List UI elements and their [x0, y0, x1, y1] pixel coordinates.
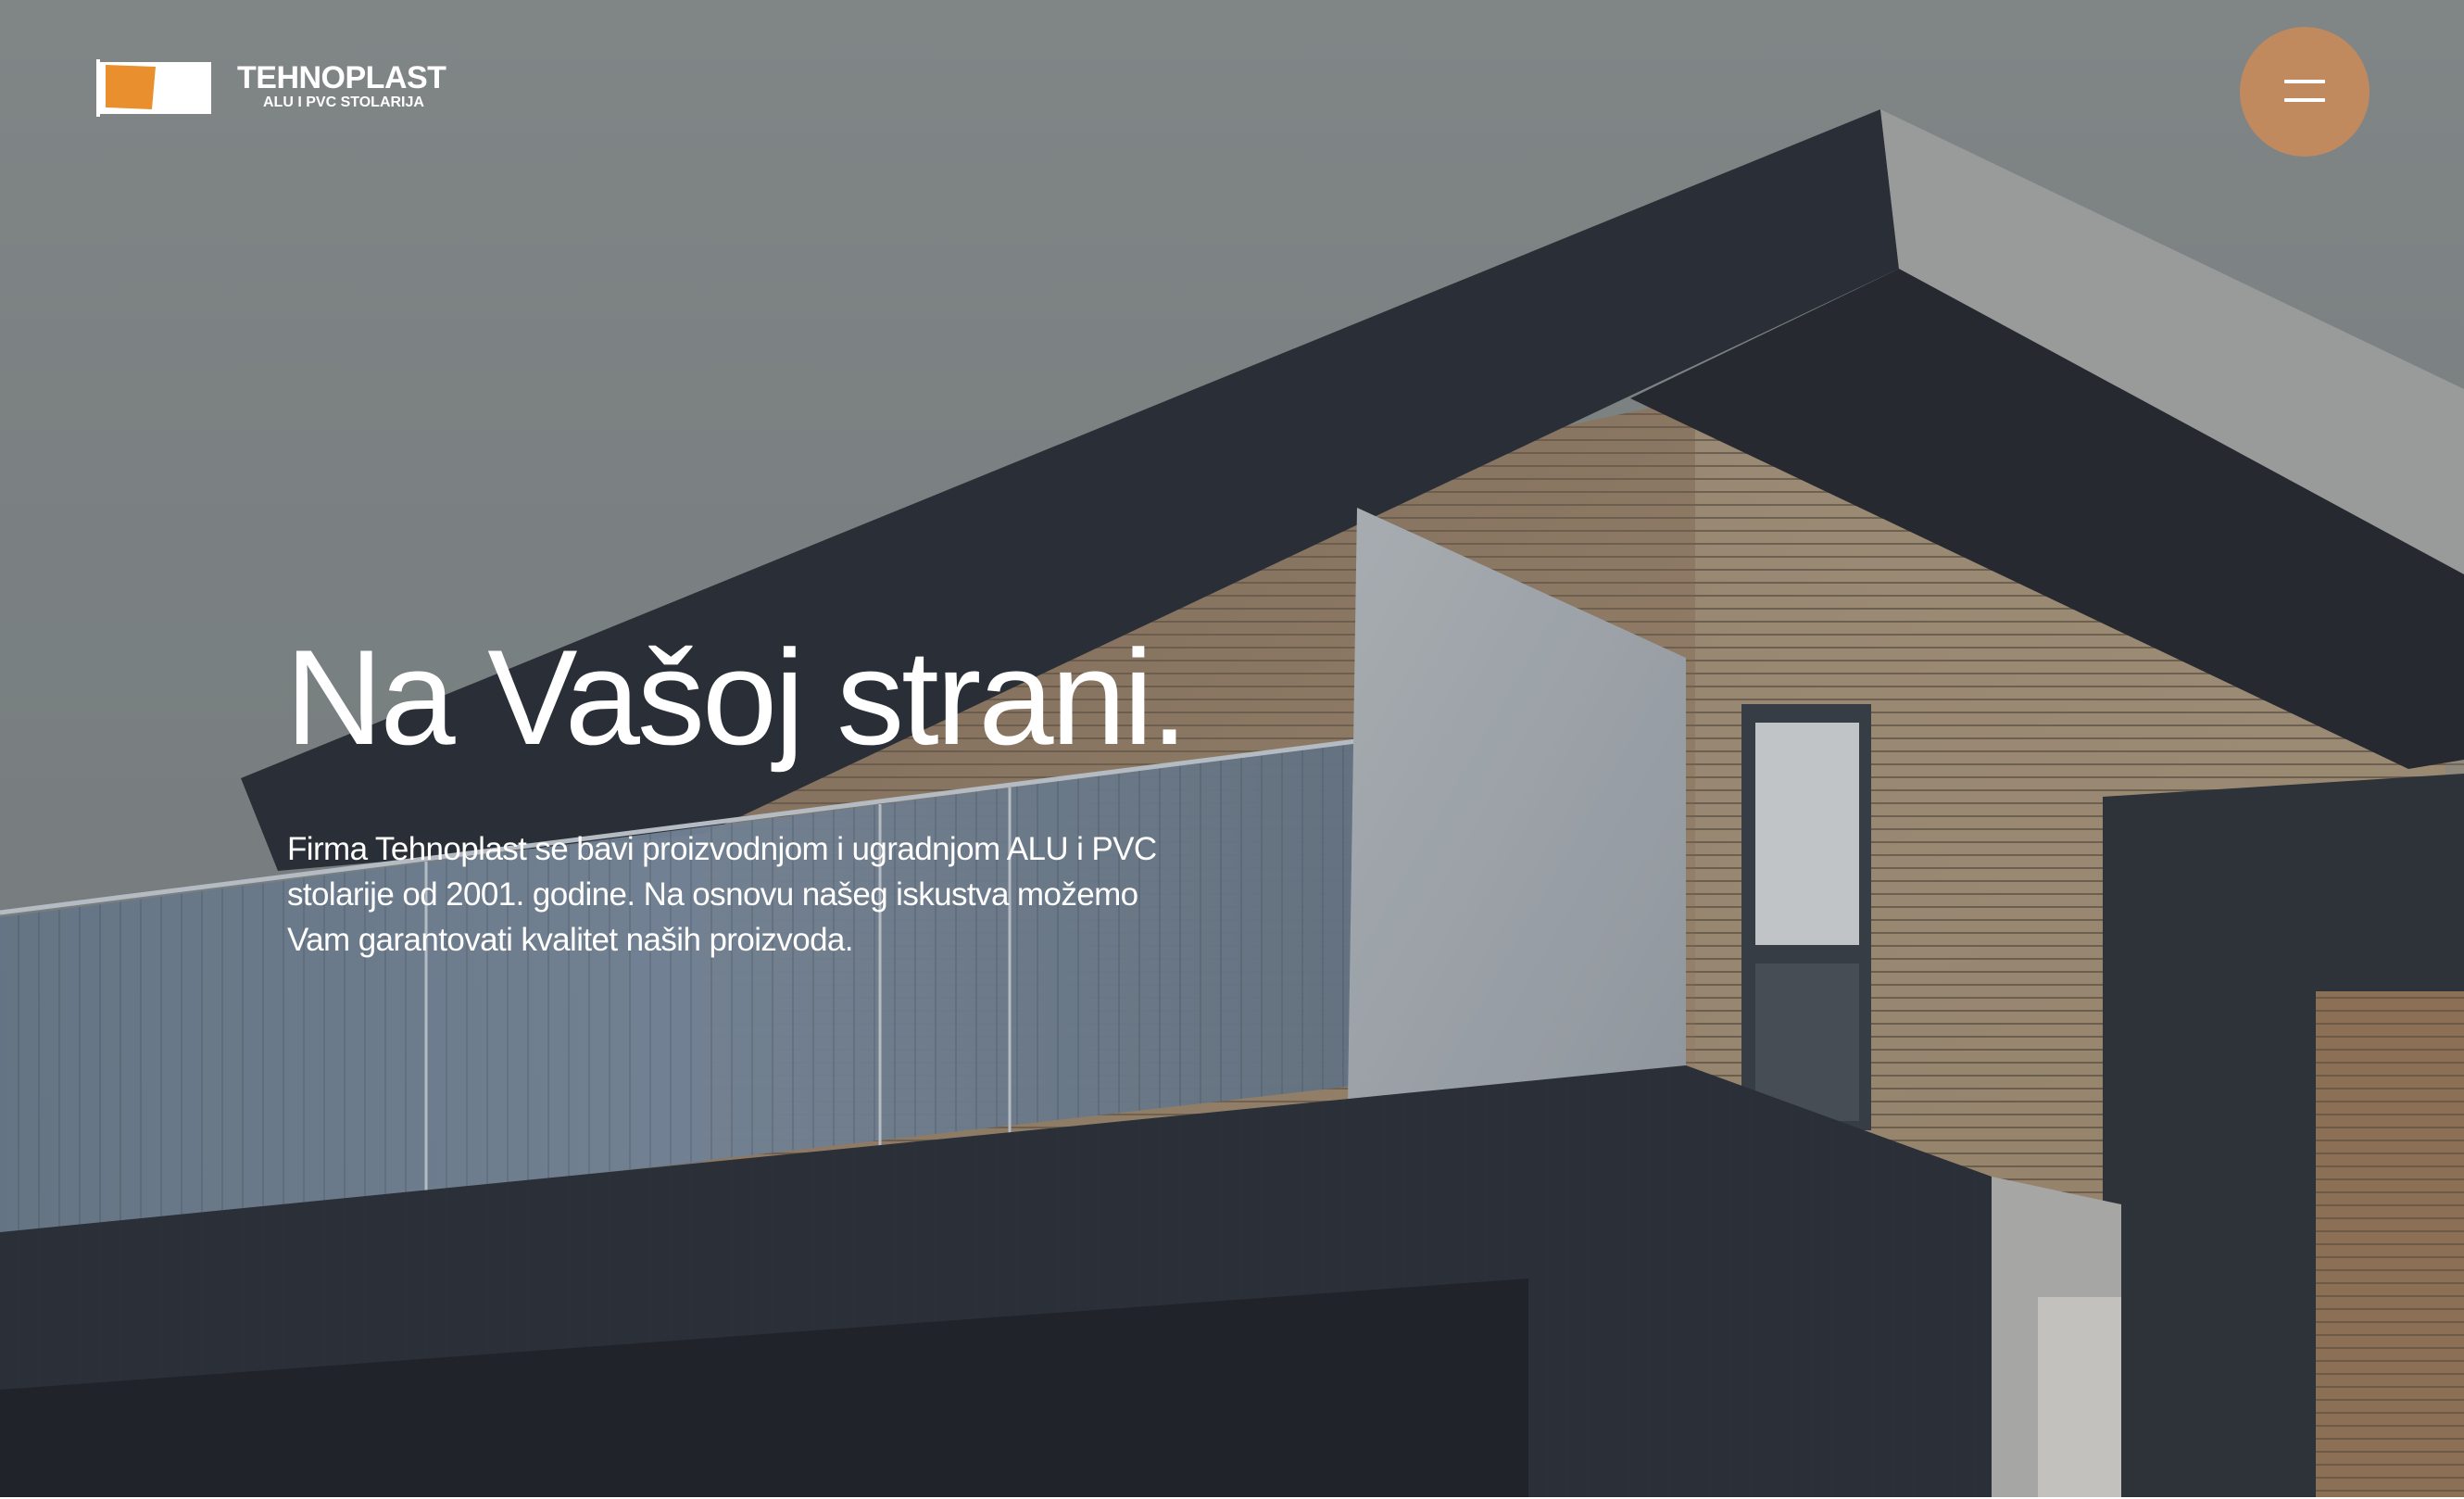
hamburger-menu-icon [2284, 80, 2325, 104]
brand-logo[interactable]: TEHNOPLAST ALU I PVC STOLARIJA [96, 57, 448, 119]
logo-orange-square [106, 65, 156, 109]
logo-text: TEHNOPLAST ALU I PVC STOLARIJA [237, 61, 450, 111]
logo-mark-icon [96, 59, 211, 117]
brand-tagline: ALU I PVC STOLARIJA [263, 94, 424, 110]
menu-button[interactable] [2240, 27, 2370, 157]
hero-headline: Na Vašoj strani. [285, 622, 1188, 773]
hero-section: TEHNOPLAST ALU I PVC STOLARIJA Na Vašoj … [0, 0, 2464, 1499]
hero-intro-text: Firma Tehnoplast se bavi proizvodnjom i … [287, 831, 1157, 958]
brand-name: TEHNOPLAST [237, 60, 446, 95]
